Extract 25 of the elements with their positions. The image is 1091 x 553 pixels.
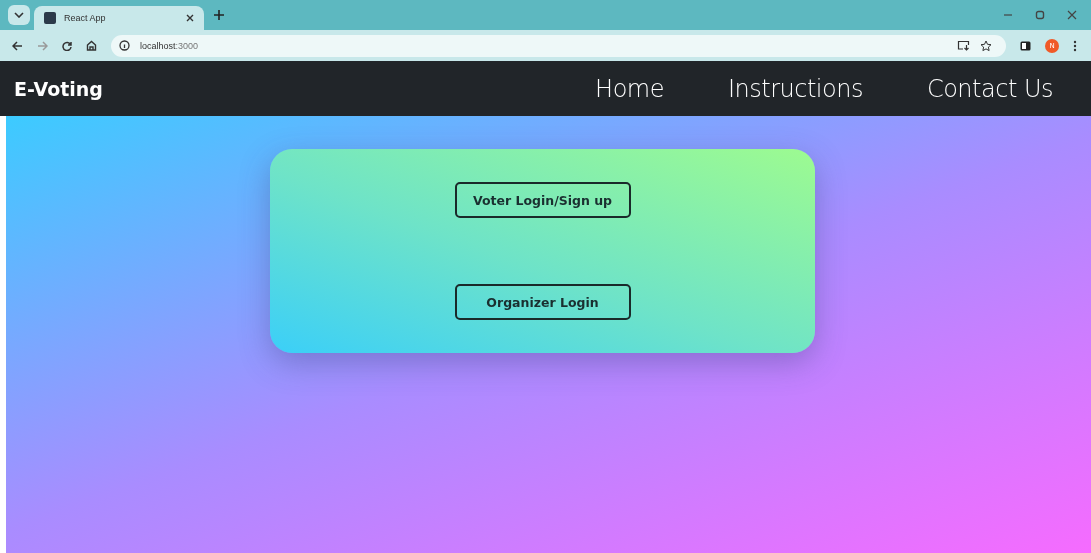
home-icon[interactable] <box>86 40 97 51</box>
close-icon[interactable] <box>186 14 194 22</box>
address-field[interactable]: localhost:3000 <box>111 34 1006 57</box>
nav-link[interactable]: Home <box>595 74 664 103</box>
back-icon[interactable] <box>12 40 23 51</box>
menu-icon[interactable] <box>1073 39 1077 52</box>
browser-tab[interactable]: React App <box>34 6 204 30</box>
restore-icon[interactable] <box>1035 10 1045 20</box>
nav-link[interactable]: Instructions <box>727 74 863 103</box>
star-icon[interactable] <box>980 39 992 52</box>
info-icon[interactable] <box>119 40 130 51</box>
tab-title: React App <box>64 13 106 23</box>
login-button[interactable]: Organizer Login <box>454 284 631 320</box>
close-icon[interactable] <box>1067 10 1077 20</box>
url-text: localhost:3000 <box>140 40 199 51</box>
chevron-down-icon <box>14 12 24 18</box>
side-panel-icon[interactable] <box>1020 40 1031 51</box>
nav-link[interactable]: Contact Us <box>926 74 1053 103</box>
reload-icon[interactable] <box>62 40 72 51</box>
brand-title[interactable]: E-Voting <box>14 77 103 100</box>
new-tab-icon[interactable] <box>214 10 224 20</box>
favicon-icon <box>44 12 56 24</box>
login-button[interactable]: Voter Login/Sign up <box>454 182 631 218</box>
install-icon[interactable] <box>957 40 970 51</box>
tab-list-button[interactable] <box>8 5 30 25</box>
